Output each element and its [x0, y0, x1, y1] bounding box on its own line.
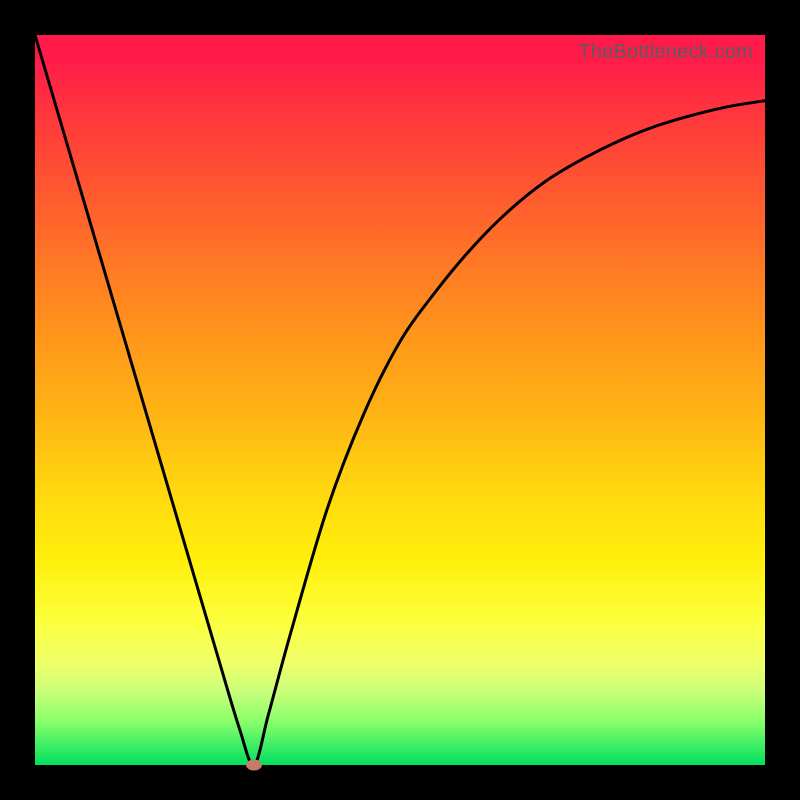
- chart-plot-area: TheBottleneck.com: [35, 35, 765, 765]
- watermark-text: TheBottleneck.com: [578, 41, 753, 64]
- chart-curve-layer: [35, 35, 765, 765]
- bottleneck-curve: [35, 35, 765, 765]
- optimum-marker: [246, 760, 262, 771]
- chart-frame: TheBottleneck.com: [0, 0, 800, 800]
